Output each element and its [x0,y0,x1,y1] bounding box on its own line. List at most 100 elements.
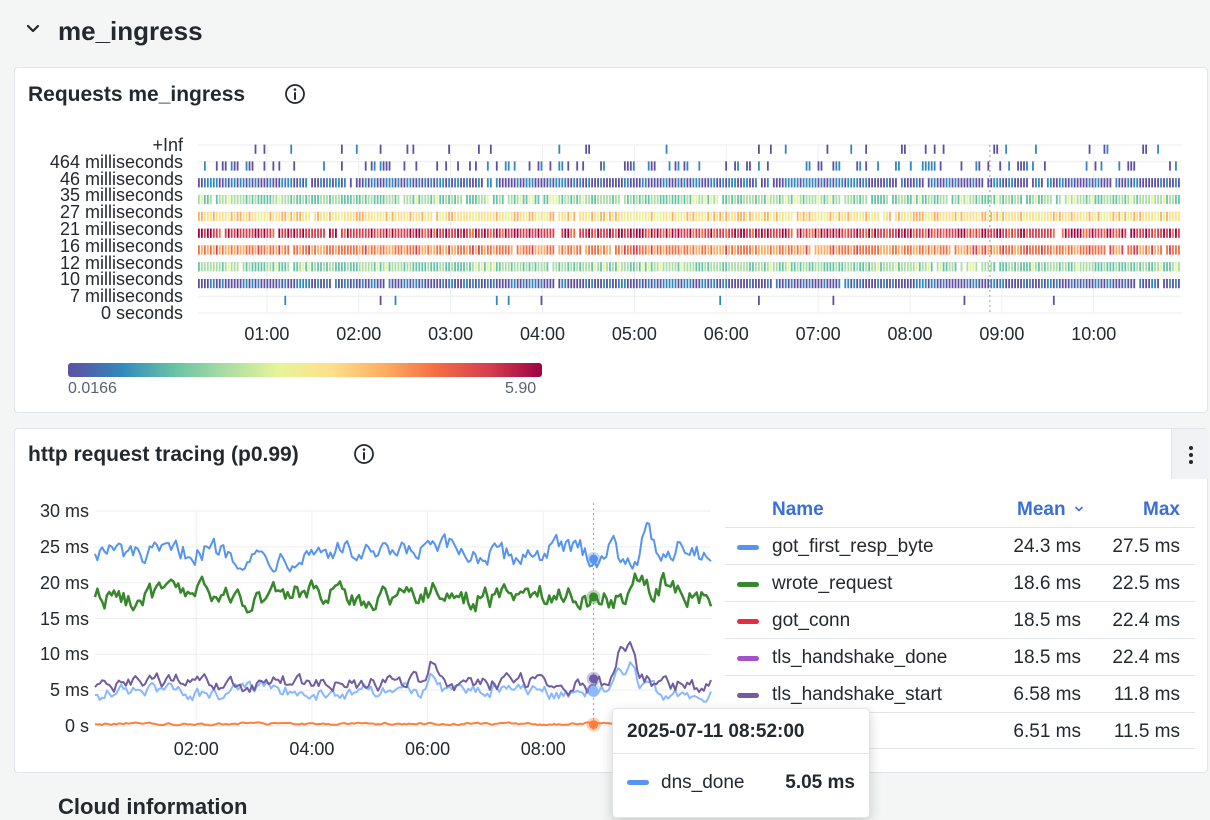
heatmap-cell [650,245,653,255]
heatmap-cell [1154,262,1156,272]
heatmap-cell [594,245,596,255]
next-row-title[interactable]: Cloud information [58,794,247,820]
legend-row[interactable]: wrote_request 18.6 ms 22.5 ms [725,564,1195,601]
heatmap-cell [784,278,787,289]
legend-row[interactable]: got_conn 18.5 ms 22.4 ms [725,601,1195,638]
heatmap-cell [439,278,442,289]
heatmap-cell [1121,194,1124,205]
heatmap-cell [1169,278,1171,289]
panel-menu-button[interactable] [1171,429,1209,479]
heatmap-cell [475,228,477,238]
heatmap-cell [588,278,591,289]
legend-header-mean-label: Mean [1017,499,1066,520]
heatmap-plot[interactable] [15,68,1209,368]
timeseries-x-label: 02:00 [173,739,219,759]
heatmap-cell [1055,262,1058,272]
heatmap-cell [796,245,799,255]
heatmap-cell [525,194,528,205]
heatmap-cell [1046,178,1049,188]
series-line [93,571,713,614]
heatmap-cell [1011,178,1013,188]
heatmap-cell [570,228,573,238]
heatmap-cell [743,228,745,238]
heatmap-cell [1124,194,1127,205]
heatmap-cell [478,278,480,289]
heatmap-cell [752,245,754,255]
heatmap-cell [671,211,674,222]
heatmap-cell [320,194,322,205]
heatmap-cell [543,194,546,205]
heatmap-cell [1109,228,1112,238]
heatmap-cell [749,178,751,188]
row-header[interactable]: me_ingress [0,0,1210,62]
heatmap-cell [1088,245,1091,255]
heatmap-cell [796,178,799,188]
tooltip-series-swatch [627,780,649,785]
heatmap-cell [1076,194,1079,205]
heatmap-cell [853,278,856,289]
heatmap-cell [1043,262,1046,272]
heatmap-cell [483,262,486,272]
heatmap-cell [248,194,251,205]
heatmap-cell [463,211,465,222]
heatmap-cell [198,278,200,289]
heatmap-cell [1061,245,1064,255]
heatmap-cell [1038,228,1040,238]
heatmap-cell [1029,262,1031,272]
heatmap-cell [900,245,903,255]
heatmap-cell [820,262,823,272]
heatmap-cell [939,211,942,222]
heatmap-cell [203,178,206,188]
heatmap-cell [772,245,775,255]
heatmap-cell [1172,278,1174,289]
heatmap-cell [746,228,748,238]
legend-row[interactable]: got_first_resp_byte 24.3 ms 27.5 ms [725,527,1195,564]
heatmap-cell [558,161,561,171]
heatmap-cell [442,178,445,188]
heatmap-cell [740,178,742,188]
heatmap-cell [820,161,823,171]
heatmap-cell [343,278,346,289]
heatmap-cell [290,211,293,222]
heatmap-cell [1008,161,1011,171]
heatmap-cell [373,245,376,255]
legend-header-max[interactable]: Max [1143,499,1180,521]
heatmap-cell [984,245,987,255]
heatmap-cell [355,211,358,222]
heatmap-cell [912,211,915,222]
heatmap-cell [412,211,415,222]
heatmap-cell [373,194,376,205]
heatmap-cell [731,262,733,272]
heatmap-cell [451,262,453,272]
heatmap-cell [775,211,778,222]
heatmap-cell [799,262,802,272]
heatmap-cell [507,262,510,272]
heatmap-cell [740,245,742,255]
heatmap-cell [209,278,212,289]
chevron-down-icon[interactable] [22,18,44,40]
heatmap-cell [537,211,540,222]
heatmap-cell [549,245,552,255]
heatmap-cell [1052,245,1055,255]
heatmap-cell [1008,194,1011,205]
legend-row[interactable]: tls_handshake_done 18.5 ms 22.4 ms [725,638,1195,675]
heatmap-cell [1017,228,1019,238]
heatmap-cell [758,245,760,255]
heatmap-cell [290,178,293,188]
heatmap-cell [573,245,576,255]
heatmap-cell [198,262,200,272]
legend-header-name[interactable]: Name [772,499,824,521]
heatmap-cell [257,245,260,255]
heatmap-cell [874,228,876,238]
heatmap-cell [957,278,960,289]
heatmap-cell [451,211,453,222]
tooltip-series-name: dns_done [661,772,745,793]
heatmap-cell [790,194,793,205]
heatmap-cell [784,228,787,238]
heatmap-cell [376,178,379,188]
heatmap-cell [695,228,698,238]
legend-header-mean[interactable]: Mean [1017,499,1085,521]
heatmap-cell [1026,194,1028,205]
legend-row[interactable]: tls_handshake_start 6.58 ms 11.8 ms [725,675,1195,712]
heatmap-cell [1160,228,1162,238]
